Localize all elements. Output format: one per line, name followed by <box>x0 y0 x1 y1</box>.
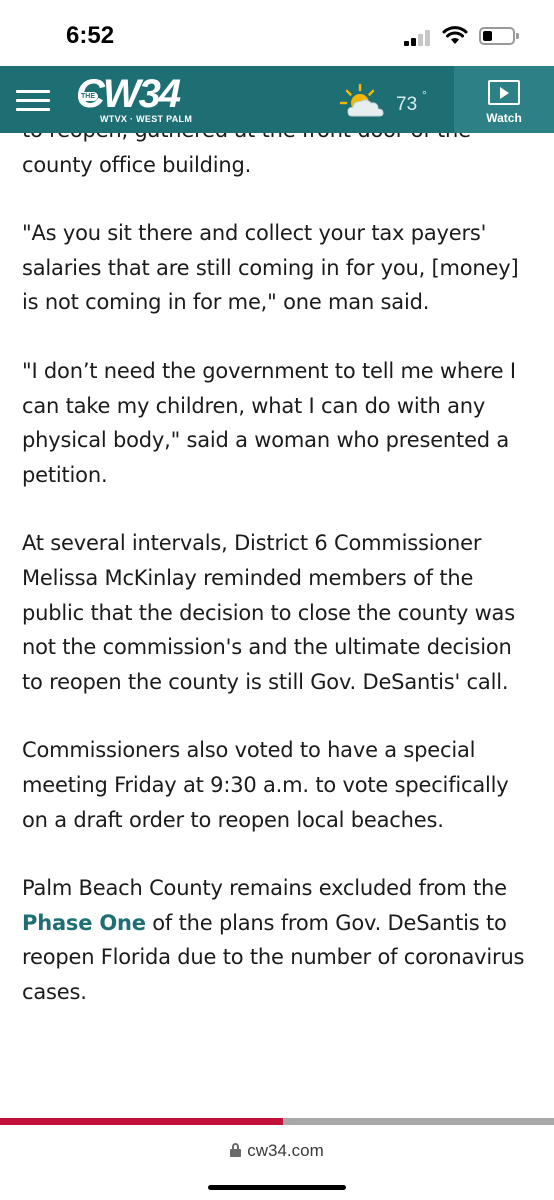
wifi-icon <box>442 25 468 45</box>
article-body: to reopen, gathered at the front door of… <box>0 133 554 1116</box>
weather-temperature: 73 <box>396 94 418 115</box>
phase-one-link[interactable]: Phase One <box>22 911 146 935</box>
watch-label: Watch <box>486 111 522 125</box>
url-text: cw34.com <box>247 1141 324 1160</box>
article-paragraph: Commissioners also voted to have a speci… <box>22 738 509 832</box>
browser-url-bar[interactable]: cw34.com <box>0 1125 554 1200</box>
site-header: CW34 THE WTVX · WEST PALM 73 ° Watch <box>0 66 554 133</box>
logo-the-badge: THE <box>78 92 98 101</box>
status-bar: 6:52 <box>0 0 554 66</box>
article-paragraph: At several intervals, District 6 Commiss… <box>22 531 515 694</box>
lock-icon <box>230 1143 242 1157</box>
battery-icon <box>479 27 519 45</box>
status-time: 6:52 <box>66 22 115 49</box>
menu-icon[interactable] <box>16 90 50 112</box>
weather-degree-symbol: ° <box>422 88 427 102</box>
url-display[interactable]: cw34.com <box>0 1141 554 1161</box>
paragraph-text: Palm Beach County remains excluded from … <box>22 876 507 901</box>
article-paragraph: "As you sit there and collect your tax p… <box>22 221 519 315</box>
weather-widget[interactable]: 73 ° <box>338 82 448 122</box>
reading-progress-fill <box>0 1118 283 1125</box>
cellular-signal-icon <box>404 30 434 46</box>
article-paragraph: Palm Beach County remains excluded from … <box>22 871 536 1009</box>
play-video-icon <box>488 80 520 105</box>
home-indicator[interactable] <box>208 1185 346 1190</box>
site-logo[interactable]: CW34 THE WTVX · WEST PALM <box>72 72 212 126</box>
watch-button[interactable]: Watch <box>454 66 554 133</box>
article-paragraph: to reopen, gathered at the front door of… <box>22 133 471 177</box>
reading-progress-bar <box>0 1118 554 1125</box>
logo-subtitle: WTVX · WEST PALM <box>100 114 193 124</box>
article-paragraph: "I don’t need the government to tell me … <box>22 358 516 487</box>
partly-sunny-icon <box>339 83 384 117</box>
